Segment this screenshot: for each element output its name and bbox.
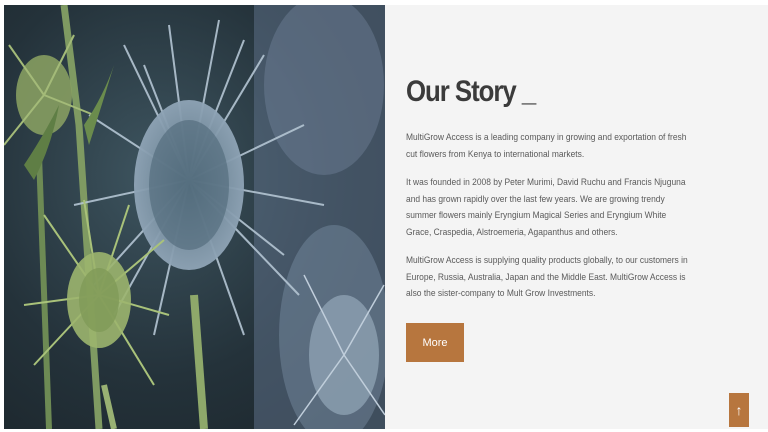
more-button[interactable]: More [406, 323, 464, 362]
arrow-up-icon: ↑ [735, 402, 743, 418]
story-paragraph-1: MultiGrow Access is a leading company in… [406, 131, 687, 159]
hero-image [4, 5, 385, 429]
story-panel: Our Story _ MultiGrow Access is a leadin… [385, 5, 768, 429]
story-paragraph-3: MultiGrow Access is supplying quality pr… [406, 254, 688, 298]
page-title: Our Story _ [406, 75, 536, 108]
story-section: Our Story _ MultiGrow Access is a leadin… [4, 5, 768, 429]
story-paragraph-2: It was founded in 2008 by Peter Murimi, … [406, 176, 686, 237]
eryngium-flower-photo [4, 5, 385, 429]
scroll-top-button[interactable]: ↑ [729, 393, 749, 427]
